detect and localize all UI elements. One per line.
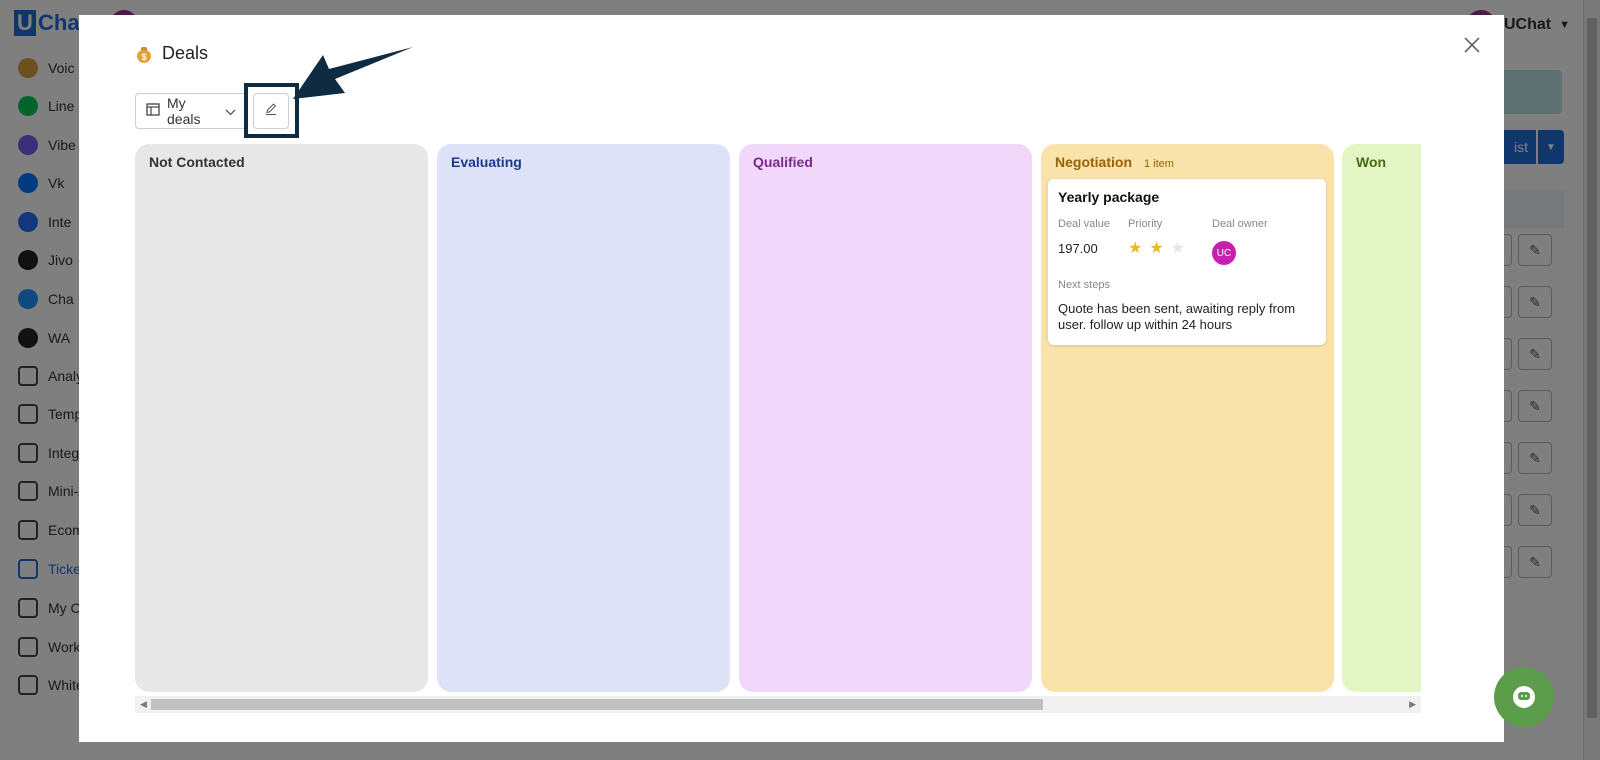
- star-icon[interactable]: ★: [1171, 241, 1185, 257]
- column-header: Qualified: [753, 154, 1018, 170]
- modal-title: $ Deals: [136, 43, 208, 64]
- priority-label: Priority: [1128, 218, 1163, 230]
- pipeline-column: Won: [1342, 144, 1421, 692]
- column-header: Won: [1356, 154, 1421, 170]
- deals-modal: $ Deals My deals Not Contacted Evaluating…: [79, 15, 1504, 742]
- modal-title-text: Deals: [162, 43, 209, 63]
- deals-board: Not Contacted Evaluating Qualified Negotiat…: [135, 144, 1421, 694]
- column-title: Not Contacted: [149, 154, 245, 170]
- board-view-icon: [146, 103, 160, 119]
- next-steps-label: Next steps: [1058, 279, 1110, 291]
- next-steps-text: Quote has been sent, awaiting reply from…: [1058, 301, 1296, 332]
- priority-rating[interactable]: ★ ★ ★: [1128, 241, 1185, 257]
- deal-title: Yearly package: [1058, 189, 1160, 205]
- board-scrollbar-thumb[interactable]: [151, 699, 1043, 710]
- close-icon[interactable]: [1460, 33, 1484, 57]
- scroll-left-arrow-icon[interactable]: ◀: [140, 699, 147, 710]
- chat-widget-button[interactable]: [1494, 667, 1554, 727]
- deal-owner-label: Deal owner: [1212, 218, 1268, 230]
- chevron-down-icon: [225, 103, 236, 119]
- column-count: 1 item: [1144, 158, 1174, 170]
- annotation-arrow: [293, 47, 413, 99]
- column-header: Not Contacted: [149, 154, 414, 170]
- column-header: Negotiation 1 item: [1055, 154, 1320, 170]
- money-bag-icon: $: [136, 45, 152, 63]
- scroll-right-arrow-icon[interactable]: ▶: [1409, 699, 1416, 710]
- star-icon[interactable]: ★: [1128, 241, 1142, 257]
- view-select[interactable]: My deals: [135, 93, 247, 129]
- column-title: Won: [1356, 154, 1387, 170]
- column-title: Evaluating: [451, 154, 522, 170]
- deal-card[interactable]: Yearly package Deal value Priority Deal own…: [1048, 179, 1326, 345]
- column-header: Evaluating: [451, 154, 716, 170]
- pipeline-column: Not Contacted: [135, 144, 428, 692]
- column-title: Negotiation: [1055, 154, 1132, 170]
- column-title: Qualified: [753, 154, 813, 170]
- star-icon[interactable]: ★: [1149, 241, 1163, 257]
- pipeline-column: Negotiation 1 item Yearly package Deal valu…: [1041, 144, 1334, 692]
- deal-value: 197.00: [1058, 241, 1098, 256]
- chat-bubble-icon: [1513, 686, 1535, 708]
- pipeline-column: Qualified: [739, 144, 1032, 692]
- deal-value-label: Deal value: [1058, 218, 1110, 230]
- board-horizontal-scrollbar[interactable]: ◀ ▶: [135, 696, 1421, 713]
- view-select-value: My deals: [167, 95, 201, 127]
- owner-avatar[interactable]: UC: [1212, 241, 1236, 265]
- pipeline-column: Evaluating: [437, 144, 730, 692]
